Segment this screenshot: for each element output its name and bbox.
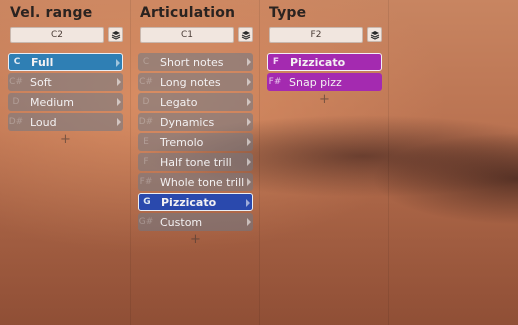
item-key: D (12, 97, 20, 107)
item-label: Medium (30, 95, 74, 109)
chevron-right-icon[interactable] (116, 59, 120, 67)
chevron-right-icon[interactable] (247, 218, 251, 226)
chevron-right-icon[interactable] (247, 178, 251, 186)
articulation-list: F Pizzicato F# Snap pizz + (267, 53, 382, 107)
list-item-custom[interactable]: G# Custom (138, 213, 253, 231)
list-item-legato[interactable]: D Legato (138, 93, 253, 111)
chevron-right-icon[interactable] (117, 118, 121, 126)
layers-icon[interactable] (367, 27, 382, 42)
chevron-right-icon[interactable] (117, 78, 121, 86)
chevron-right-icon[interactable] (247, 98, 251, 106)
chevron-right-icon[interactable] (247, 118, 251, 126)
item-key: E (143, 137, 149, 147)
column-vel-range: Vel. range C2 C Full C# Soft D Medium D# Lou… (0, 0, 131, 325)
add-button[interactable]: + (267, 93, 382, 107)
add-button[interactable]: + (138, 233, 253, 247)
column-title: Type (269, 5, 307, 21)
item-key: F# (139, 177, 153, 187)
keyswitch-field[interactable]: F2 (269, 27, 363, 43)
list-item-snap-pizz[interactable]: F# Snap pizz (267, 73, 382, 91)
list-item-pizzicato[interactable]: F Pizzicato (267, 53, 382, 71)
key-selector: C1 (140, 27, 253, 43)
articulation-list: C Full C# Soft D Medium D# Loud + (8, 53, 123, 147)
item-key: G (143, 197, 151, 207)
item-label: Pizzicato (161, 195, 217, 209)
item-key: D# (8, 117, 24, 127)
chevron-right-icon[interactable] (247, 78, 251, 86)
chevron-right-icon[interactable] (246, 199, 250, 207)
list-item-medium[interactable]: D Medium (8, 93, 123, 111)
column-empty (388, 0, 518, 325)
column-title: Articulation (140, 5, 236, 21)
item-key: C# (139, 77, 153, 87)
list-item-half-tone-trill[interactable]: F Half tone trill (138, 153, 253, 171)
keyswitch-field[interactable]: C1 (140, 27, 234, 43)
list-item-soft[interactable]: C# Soft (8, 73, 123, 91)
list-item-short-notes[interactable]: C Short notes (138, 53, 253, 71)
item-label: Short notes (160, 55, 224, 69)
add-button[interactable]: + (8, 133, 123, 147)
chevron-right-icon[interactable] (247, 158, 251, 166)
item-label: Long notes (160, 75, 221, 89)
list-item-dynamics[interactable]: D# Dynamics (138, 113, 253, 131)
chevron-right-icon[interactable] (247, 58, 251, 66)
list-item-long-notes[interactable]: C# Long notes (138, 73, 253, 91)
articulation-list: C Short notes C# Long notes D Legato D# Dyna… (138, 53, 253, 247)
item-key: F (272, 57, 280, 67)
list-item-whole-tone-trill[interactable]: F# Whole tone trill (138, 173, 253, 191)
item-key: G# (138, 217, 154, 227)
list-item-tremolo[interactable]: E Tremolo (138, 133, 253, 151)
item-label: Custom (160, 215, 203, 229)
layers-icon[interactable] (108, 27, 123, 42)
item-label: Snap pizz (289, 75, 342, 89)
list-item-full[interactable]: C Full (8, 53, 123, 71)
item-key: D (142, 97, 150, 107)
keyswitch-field[interactable]: C2 (10, 27, 104, 43)
layers-icon[interactable] (238, 27, 253, 42)
list-item-pizzicato[interactable]: G Pizzicato (138, 193, 253, 211)
item-label: Half tone trill (160, 155, 232, 169)
item-key: F (143, 157, 149, 167)
column-type: Type F2 F Pizzicato F# Snap pizz + (259, 0, 389, 325)
item-key: C (142, 57, 150, 67)
item-label: Dynamics (160, 115, 215, 129)
item-key: D# (138, 117, 154, 127)
key-selector: C2 (10, 27, 123, 43)
item-key: F# (268, 77, 282, 87)
item-label: Full (31, 55, 54, 69)
chevron-right-icon[interactable] (247, 138, 251, 146)
item-key: C (13, 57, 21, 67)
list-item-loud[interactable]: D# Loud (8, 113, 123, 131)
column-articulation: Articulation C1 C Short notes C# Long note… (130, 0, 260, 325)
column-title: Vel. range (10, 5, 93, 21)
chevron-right-icon[interactable] (117, 98, 121, 106)
item-label: Soft (30, 75, 52, 89)
key-selector: F2 (269, 27, 382, 43)
item-label: Loud (30, 115, 57, 129)
item-key: C# (9, 77, 23, 87)
item-label: Legato (160, 95, 198, 109)
item-label: Pizzicato (290, 55, 346, 69)
item-label: Tremolo (160, 135, 204, 149)
item-label: Whole tone trill (160, 175, 245, 189)
